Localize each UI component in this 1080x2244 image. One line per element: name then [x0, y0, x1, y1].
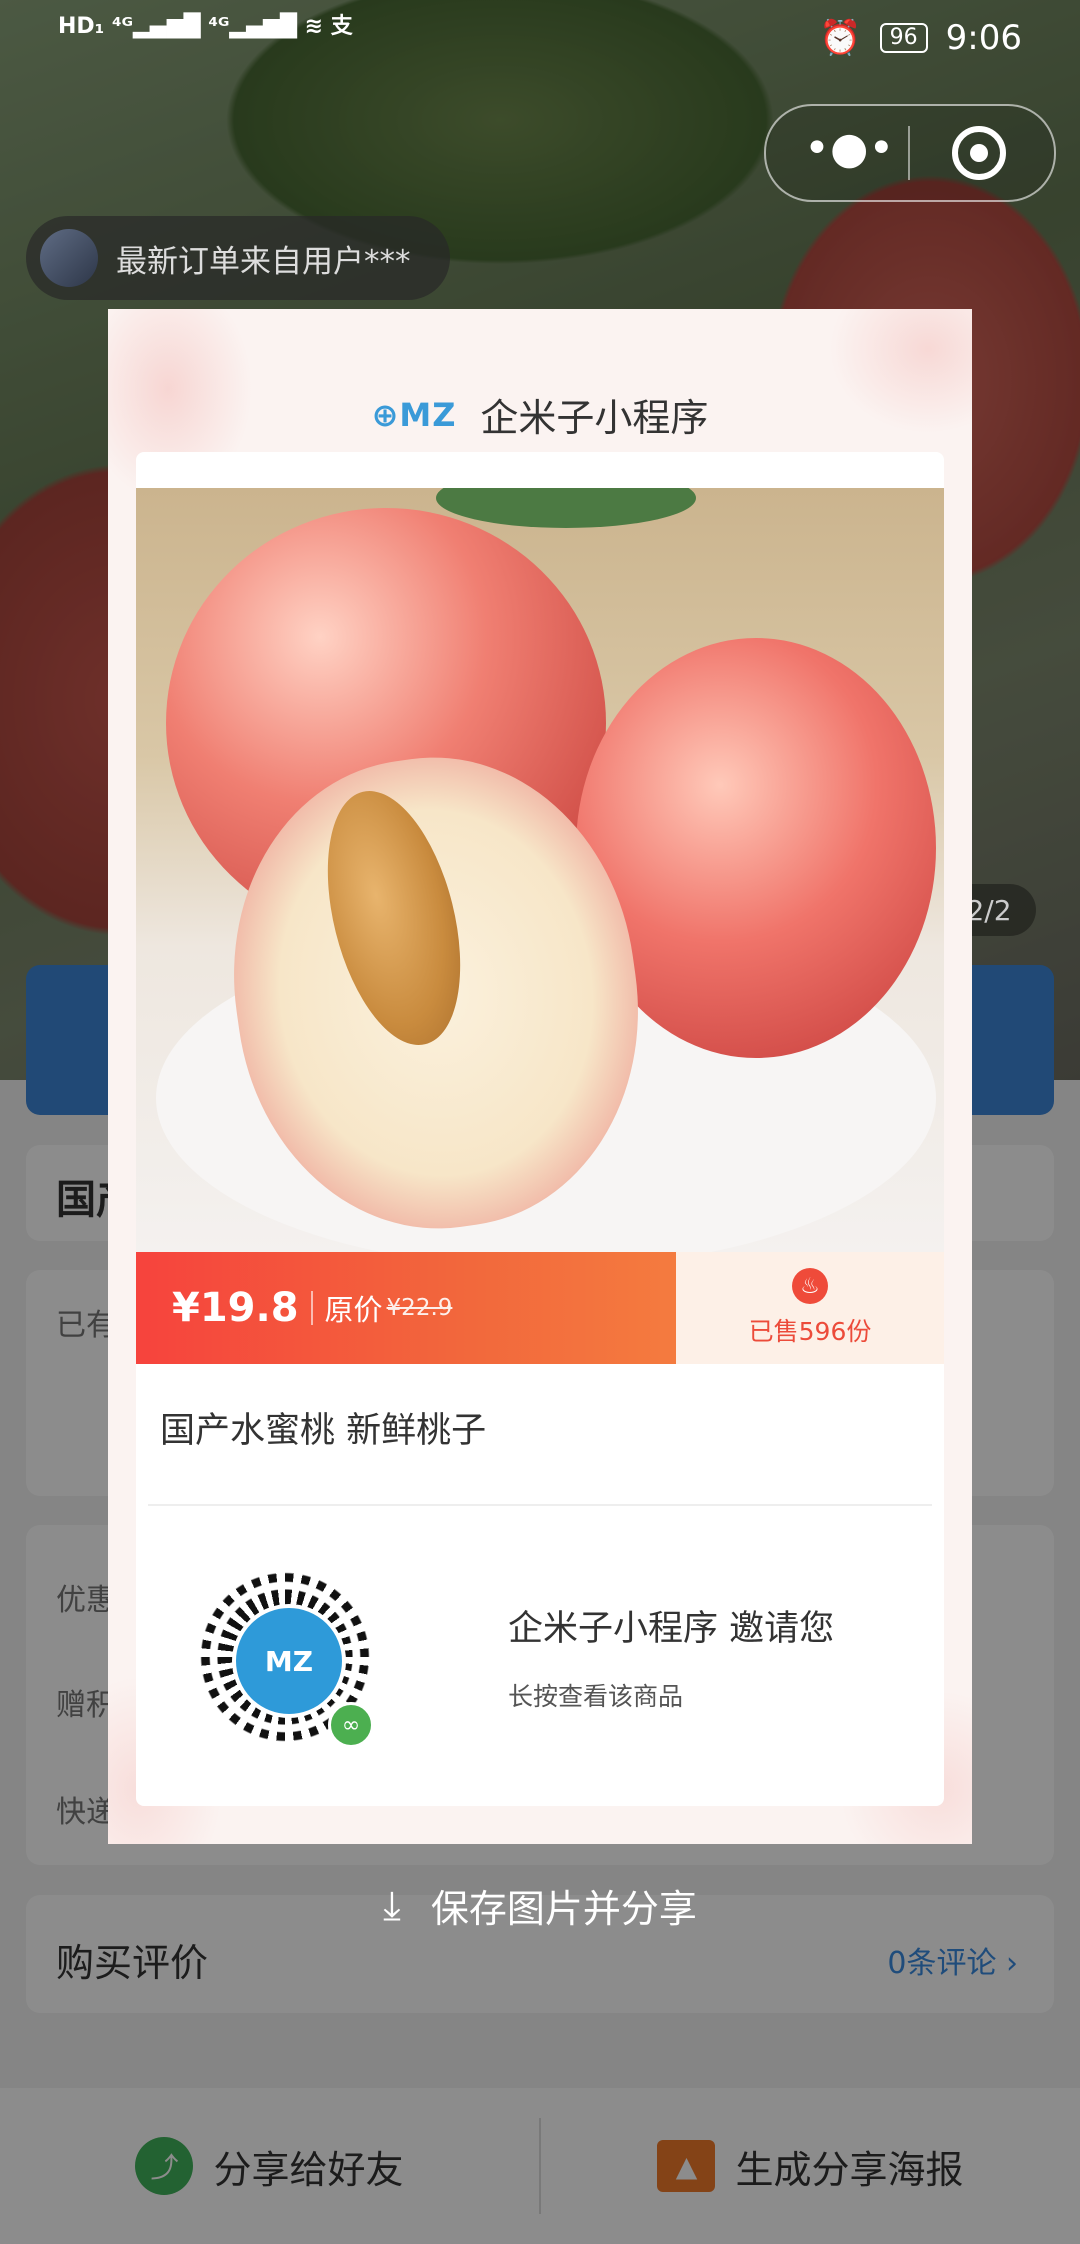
miniprogram-capsule: •●•: [764, 104, 1056, 202]
brand-logo: ⊕MZ: [371, 395, 457, 434]
alarm-icon: ⏰: [819, 18, 862, 58]
fire-icon: ♨: [792, 1268, 828, 1304]
share-poster[interactable]: ⊕MZ 企米子小程序 ¥19.8 原价 ¥22.9 ♨ 已售596份 国产水蜜桃…: [108, 309, 972, 1844]
leaf-shape: [436, 488, 696, 528]
brand-logo-text: MZ: [399, 395, 457, 434]
product-image: [136, 488, 944, 1252]
price-bar: ¥19.8 原价 ¥22.9 ♨ 已售596份: [136, 1252, 944, 1364]
invite-text: 企米子小程序 邀请您: [508, 1609, 835, 1649]
long-press-hint: 长按查看该商品: [508, 1682, 684, 1711]
status-right: ⏰ 96 9:06: [819, 18, 1022, 58]
poster-card: ¥19.8 原价 ¥22.9 ♨ 已售596份 国产水蜜桃 新鲜桃子 MZ ∞ …: [136, 452, 944, 1806]
latest-order-notice: 最新订单来自用户***: [26, 216, 450, 300]
battery-indicator: 96: [879, 23, 928, 53]
poster-product-title: 国产水蜜桃 新鲜桃子: [160, 1411, 487, 1451]
download-icon: ⤓: [383, 1882, 401, 1929]
capsule-divider: [908, 126, 910, 180]
save-and-share-label: 保存图片并分享: [430, 1887, 697, 1931]
more-options-icon[interactable]: •●•: [804, 124, 894, 174]
sold-count: 已售596份: [748, 1317, 872, 1346]
miniprogram-link-icon: ∞: [328, 1702, 374, 1748]
qr-logo-text: MZ: [264, 1644, 314, 1678]
brand-name: 企米子小程序: [480, 396, 709, 440]
poster-brand: ⊕MZ 企米子小程序: [108, 387, 972, 442]
clock: 9:06: [945, 18, 1022, 58]
sold-section: ♨ 已售596份: [676, 1252, 944, 1364]
order-notice-text: 最新订单来自用户***: [116, 243, 411, 280]
signal-indicators: HD₁ ⁴ᴳ▂▄▆█ ⁴ᴳ▂▄▆█ ≋ 支: [58, 14, 353, 39]
price-separator: [310, 1291, 313, 1325]
qr-logo: MZ: [232, 1604, 346, 1718]
close-miniprogram-icon[interactable]: [952, 126, 1006, 180]
poster-divider: [148, 1504, 932, 1506]
original-price: ¥22.9: [386, 1295, 453, 1321]
save-and-share-button[interactable]: ⤓ 保存图片并分享: [0, 1878, 1080, 1933]
price-section: ¥19.8 原价 ¥22.9: [136, 1252, 676, 1364]
current-price: ¥19.8: [172, 1285, 299, 1331]
avatar: [40, 229, 98, 287]
original-price-label: 原价: [324, 1293, 383, 1327]
